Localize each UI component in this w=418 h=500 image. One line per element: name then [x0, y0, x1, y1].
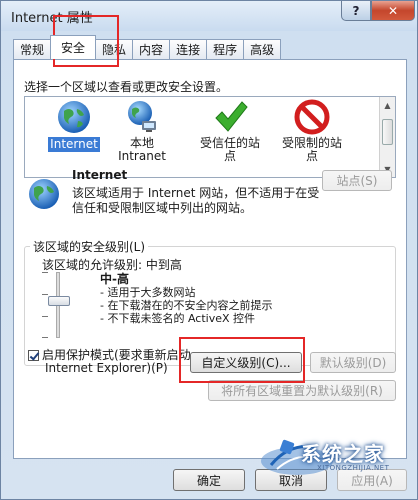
reset-all-zones-button[interactable]: 将所有区域重置为默认级别(R) [208, 380, 396, 401]
slider-tick [42, 272, 48, 273]
tab-general[interactable]: 常规 [13, 39, 52, 59]
slider-tick [42, 337, 48, 338]
scroll-thumb[interactable] [382, 119, 393, 145]
check-mark-icon [212, 99, 248, 135]
zone-list: Internet 本地 Intranet 受信任的站 点 受限制的站 点 ▲ ▼ [24, 96, 396, 178]
zone-internet-label: Internet [48, 137, 100, 152]
globe-icon [26, 176, 62, 212]
tab-security[interactable]: 安全 [50, 35, 97, 59]
tab-programs[interactable]: 程序 [206, 39, 245, 59]
security-panel: 选择一个区域以查看或更改安全设置。 Internet 本地 Intranet 受 [13, 59, 407, 459]
zone-title: Internet [72, 168, 128, 182]
window-title: Internet 属性 [11, 11, 93, 26]
close-button[interactable]: ✕ [371, 1, 415, 21]
protected-mode-label-1: 启用保护模式(要求重新启动 [42, 348, 191, 362]
zone-local-intranet-label-2: Intranet [118, 149, 166, 163]
security-slider-thumb[interactable] [48, 296, 70, 306]
slider-tick [42, 294, 48, 295]
protected-mode-checkbox-row[interactable]: 启用保护模式(要求重新启动 Internet Explorer)(P) [28, 349, 191, 375]
globe-icon [56, 99, 92, 135]
zone-restricted-sites[interactable]: 受限制的站 点 [271, 99, 353, 163]
list-item: 不下载未签名的 ActiveX 控件 [100, 312, 272, 325]
default-level-button[interactable]: 默认级别(D) [310, 352, 396, 373]
protected-mode-label-2: Internet Explorer)(P) [45, 361, 168, 375]
ok-button[interactable]: 确定 [173, 469, 245, 491]
network-globe-icon [124, 99, 160, 135]
slider-tick [42, 316, 48, 317]
no-entry-icon [294, 99, 330, 135]
tab-privacy[interactable]: 隐私 [95, 39, 134, 59]
zone-local-intranet[interactable]: 本地 Intranet [101, 99, 183, 163]
title-bar: Internet 属性 ? ✕ [1, 1, 417, 31]
tab-advanced[interactable]: 高级 [243, 39, 282, 59]
security-level-name: 中-高 [100, 272, 129, 286]
sites-button[interactable]: 站点(S) [322, 170, 392, 191]
level-description-list: 适用于大多数网站 在下载潜在的不安全内容之前提示 不下载未签名的 ActiveX… [100, 286, 272, 325]
zone-trusted-sites[interactable]: 受信任的站 点 [189, 99, 271, 163]
zone-trusted-sites-label-2: 点 [223, 149, 236, 163]
tab-bar: 常规 安全 隐私 内容 连接 程序 高级 [13, 35, 282, 59]
zone-restricted-sites-label-2: 点 [305, 149, 318, 163]
tab-content[interactable]: 内容 [132, 39, 171, 59]
tab-connections[interactable]: 连接 [169, 39, 208, 59]
security-level-legend: 该区域的安全级别(L) [30, 238, 149, 255]
help-button[interactable]: ? [341, 1, 371, 21]
watermark-text: 系统之家 [301, 442, 385, 466]
zone-prompt: 选择一个区域以查看或更改安全设置。 [24, 80, 229, 94]
custom-level-button[interactable]: 自定义级别(C)... [190, 352, 302, 373]
list-item: 适用于大多数网站 [100, 286, 272, 299]
watermark-url: XITONGZHIJIA.NET [317, 464, 390, 472]
zone-description: 该区域适用于 Internet 网站，但不适用于在受信任和受限制区域中列出的网站… [72, 186, 320, 215]
internet-options-window: Internet 属性 ? ✕ 常规 安全 隐私 内容 连接 程序 高级 选择一… [0, 0, 418, 500]
protected-mode-checkbox[interactable] [28, 350, 39, 361]
zone-scrollbar[interactable]: ▲ ▼ [379, 97, 395, 177]
scroll-up-icon[interactable]: ▲ [380, 97, 395, 113]
list-item: 在下载潜在的不安全内容之前提示 [100, 299, 272, 312]
